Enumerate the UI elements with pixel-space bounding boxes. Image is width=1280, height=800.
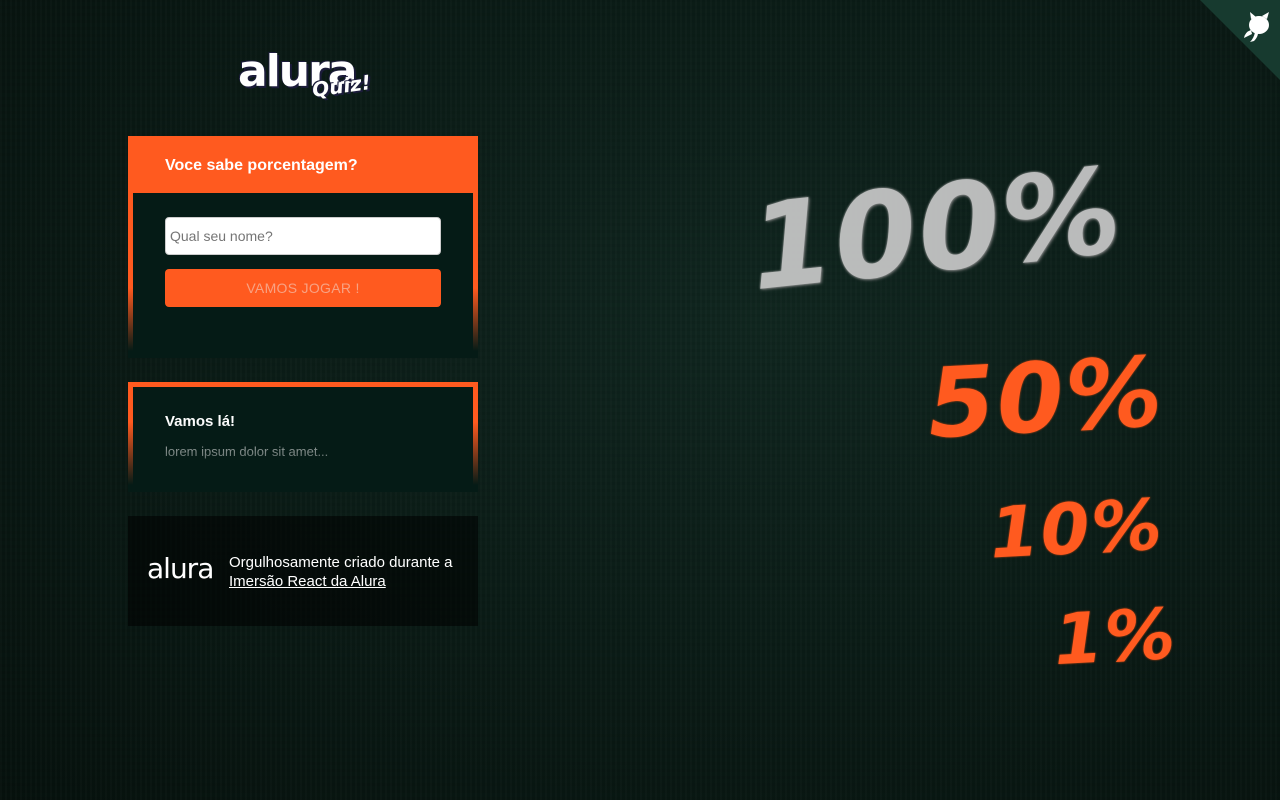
info-card-text: lorem ipsum dolor sit amet... <box>165 444 329 459</box>
github-corner-link[interactable] <box>1200 0 1280 80</box>
imersao-react-link[interactable]: Imersão React da Alura <box>229 573 386 590</box>
footer: alura Orgulhosamente criado durante a Im… <box>128 516 478 626</box>
quiz-card-header: Voce sabe porcentagem? <box>128 136 478 193</box>
chalk-1-percent: 1% <box>1051 592 1179 682</box>
name-input[interactable] <box>165 217 441 255</box>
chalk-10-percent: 10% <box>987 483 1166 575</box>
info-card-title: Vamos lá! <box>165 413 236 430</box>
footer-text: Orgulhosamente criado durante a Imersão … <box>229 553 469 591</box>
footer-alura-logo[interactable]: alura <box>147 552 214 585</box>
info-card: Vamos lá! lorem ipsum dolor sit amet... <box>128 382 478 492</box>
chalk-100-percent: 100% <box>743 140 1129 318</box>
quiz-card: Voce sabe porcentagem? VAMOS JOGAR ! <box>128 136 478 358</box>
footer-text-prefix: Orgulhosamente criado durante a <box>229 554 453 571</box>
quiz-title: Voce sabe porcentagem? <box>165 157 358 174</box>
github-octocat-icon <box>1244 12 1269 42</box>
chalk-50-percent: 50% <box>925 335 1167 461</box>
alura-quiz-logo: alura Quiz! <box>238 46 372 110</box>
play-button[interactable]: VAMOS JOGAR ! <box>165 269 441 307</box>
